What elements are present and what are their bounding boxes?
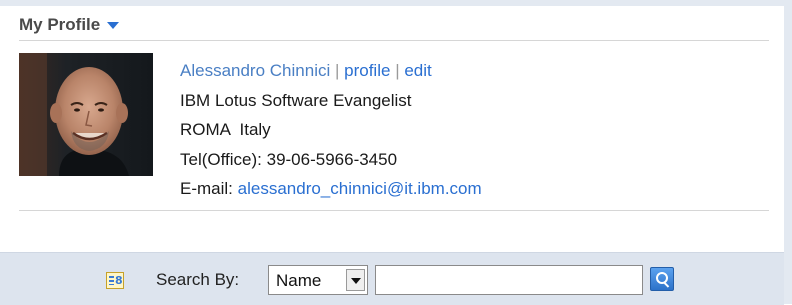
edit-link[interactable]: edit: [404, 61, 431, 80]
search-button[interactable]: [650, 267, 674, 291]
profile-name[interactable]: Alessandro Chinnici: [180, 61, 330, 80]
my-profile-header[interactable]: My Profile: [19, 15, 120, 35]
dropdown-arrow-icon[interactable]: [346, 269, 365, 291]
search-by-selected-value: Name: [276, 271, 322, 290]
my-profile-panel: My Profile Alessandro Chinnici | profile…: [0, 6, 784, 252]
avatar-photo: [19, 53, 153, 176]
location-text: ROMA Italy: [180, 120, 271, 139]
email-label: E-mail:: [180, 179, 233, 198]
avatar: [19, 53, 153, 176]
email-row: E-mail: alessandro_chinnici@it.ibm.com: [180, 174, 482, 204]
chevron-down-icon[interactable]: [107, 21, 120, 29]
right-border-strip: [784, 0, 792, 304]
search-icon: [656, 272, 668, 284]
phone-number: 39-06-5966-3450: [266, 149, 398, 169]
search-by-label: Search By:: [156, 270, 240, 289]
separator: |: [334, 61, 340, 80]
profile-bottom-divider: [19, 210, 769, 211]
separator: |: [395, 61, 400, 80]
location: ROMA Italy: [180, 115, 482, 145]
header-divider: [19, 40, 769, 41]
profile-details: Alessandro Chinnici | profile | edit IBM…: [180, 56, 482, 204]
search-input[interactable]: [375, 265, 643, 295]
my-profile-title: My Profile: [19, 15, 101, 34]
name-row: Alessandro Chinnici | profile | edit: [180, 56, 482, 86]
phone-label: Tel(Office):: [180, 149, 262, 169]
directory-icon: 8: [106, 272, 124, 289]
phone-row: Tel(Office): 39-06-5966-3450: [180, 145, 482, 175]
email-link[interactable]: alessandro_chinnici@it.ibm.com: [238, 179, 482, 198]
search-by-select[interactable]: Name: [268, 265, 368, 295]
profile-link[interactable]: profile: [344, 61, 390, 80]
directory-search-bar: 8 Search By: Name: [0, 252, 784, 305]
directory-icon-text: 8: [115, 274, 123, 287]
job-title: IBM Lotus Software Evangelist: [180, 90, 412, 110]
